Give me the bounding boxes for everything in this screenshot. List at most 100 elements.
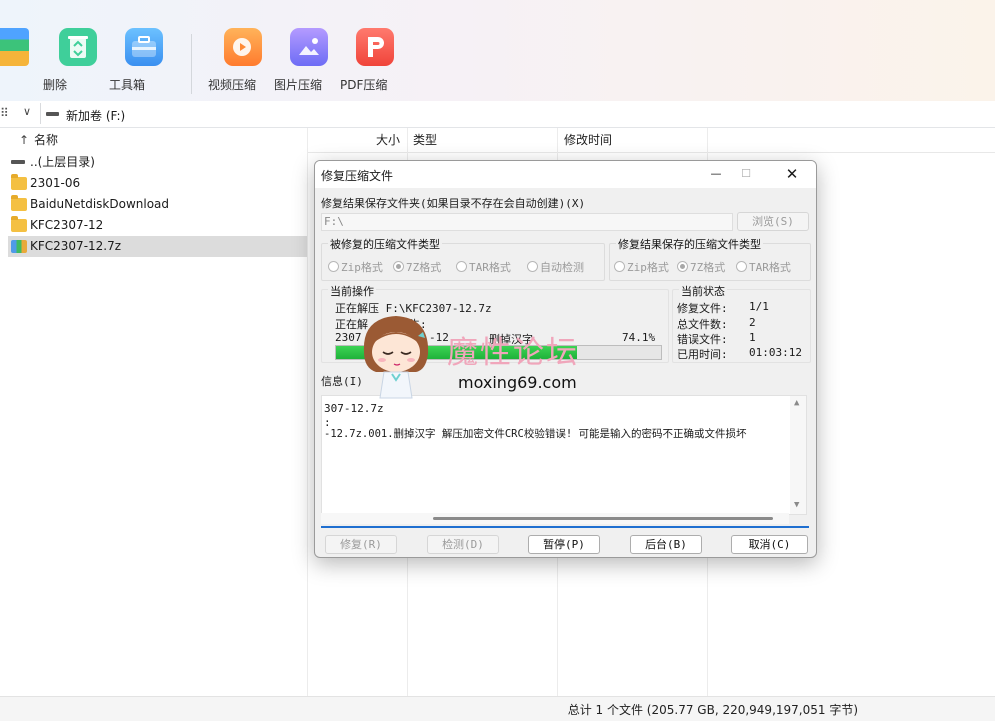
horizontal-scrollbar[interactable] — [321, 513, 789, 524]
column-type[interactable]: 类型 — [413, 128, 437, 152]
state-label: 总文件数: — [677, 318, 728, 331]
chevron-down-icon[interactable]: ∨ — [23, 105, 31, 118]
detect-button[interactable]: 检测(D) — [427, 535, 499, 554]
list-item-selected[interactable]: KFC2307-12.7z — [8, 236, 307, 257]
status-bar: 总计 1 个文件 (205.77 GB, 220,949,197,051 字节) — [0, 696, 995, 721]
drive-up-icon — [11, 160, 25, 164]
progress-percent: 74.1% — [622, 331, 656, 344]
folder-icon — [11, 216, 27, 232]
compress-to-button[interactable]: 压到 — [0, 28, 47, 92]
video-compress-icon — [224, 28, 262, 66]
list-item[interactable]: ..(上层目录) — [8, 152, 307, 173]
radio-label: Zip格式 — [627, 261, 669, 274]
delete-button[interactable]: 删除 — [43, 28, 113, 92]
scroll-thumb[interactable] — [433, 517, 773, 520]
radio-label: TAR格式 — [469, 261, 511, 274]
column-size[interactable]: 大小 — [376, 128, 400, 152]
radio-icon — [614, 261, 625, 272]
file-name: KFC2307-12.7z — [30, 239, 122, 253]
column-divider — [307, 128, 308, 696]
scroll-up-icon[interactable]: ▲ — [794, 398, 799, 408]
maximize-icon: ☐ — [741, 167, 751, 180]
folder-icon — [11, 195, 27, 211]
toolbox-button[interactable]: 工具箱 — [109, 28, 179, 92]
radio-label: 7Z格式 — [406, 261, 442, 274]
state-value: 01:03:12 — [749, 346, 802, 359]
address-bar: ⠿ ∨ 新加卷 (F:) — [0, 101, 995, 128]
address-path: 新加卷 (F:) — [66, 109, 126, 123]
image-compress-button[interactable]: 图片压缩 — [274, 28, 344, 92]
dst-tar-radio[interactable]: TAR格式 — [736, 259, 791, 275]
file-name: BaiduNetdiskDownload — [30, 197, 170, 211]
source-type-title: 被修复的压缩文件类型 — [328, 236, 442, 252]
dest-type-title: 修复结果保存的压缩文件类型 — [616, 236, 763, 252]
state-value: 2 — [749, 316, 756, 329]
browse-button[interactable]: 浏览(S) — [737, 212, 809, 231]
image-compress-icon — [290, 28, 328, 66]
src-7z-radio[interactable]: 7Z格式 — [393, 259, 441, 275]
watermark-url: moxing69.com — [458, 373, 577, 392]
folder-icon — [11, 174, 27, 190]
radio-icon — [393, 261, 404, 272]
dialog-title: 修复压缩文件 — [321, 169, 394, 183]
dst-7z-radio[interactable]: 7Z格式 — [677, 259, 725, 275]
file-list: ..(上层目录) 2301-06 BaiduNetdiskDownload KF… — [0, 152, 307, 696]
separator-line — [321, 526, 809, 528]
list-item[interactable]: 2301-06 — [8, 173, 307, 194]
file-name: 2301-06 — [30, 176, 81, 190]
column-modified[interactable]: 修改时间 — [564, 128, 612, 152]
list-item[interactable]: BaiduNetdiskDownload — [8, 194, 307, 215]
recycle-bin-icon — [59, 28, 97, 66]
drive-icon — [46, 112, 59, 116]
sort-up-icon: ↑ — [19, 133, 30, 147]
archive-icon — [11, 240, 27, 253]
info-line-3: -12.7z.001.删掉汉字 解压加密文件CRC校验错误! 可能是输入的密码不… — [324, 428, 747, 440]
current-status-title: 当前状态 — [679, 283, 727, 299]
file-name: KFC2307-12 — [30, 218, 104, 232]
state-label: 已用时间: — [677, 348, 728, 361]
radio-icon — [527, 261, 538, 272]
file-name: ..(上层目录) — [30, 155, 95, 169]
src-auto-radio[interactable]: 自动检测 — [527, 259, 584, 275]
video-compress-label: 视频压缩 — [208, 78, 257, 92]
close-icon[interactable]: ✕ — [777, 164, 807, 184]
current-operation-title: 当前操作 — [328, 283, 376, 299]
dest-type-group: 修复结果保存的压缩文件类型 Zip格式 7Z格式 TAR格式 — [609, 236, 811, 281]
repair-button[interactable]: 修复(R) — [325, 535, 397, 554]
pdf-compress-icon — [356, 28, 394, 66]
scroll-down-icon[interactable]: ▼ — [794, 500, 799, 510]
radio-label: TAR格式 — [749, 261, 791, 274]
radio-icon — [736, 261, 747, 272]
toolbox-icon — [125, 28, 163, 66]
state-label: 错误文件: — [677, 333, 728, 346]
pdf-compress-label: PDF压缩 — [340, 78, 388, 92]
state-label: 修复文件: — [677, 302, 728, 315]
cancel-button[interactable]: 取消(C) — [731, 535, 808, 554]
compress-books-icon — [0, 28, 29, 66]
list-item[interactable]: KFC2307-12 — [8, 215, 307, 236]
src-tar-radio[interactable]: TAR格式 — [456, 259, 511, 275]
video-compress-button[interactable]: 视频压缩 — [208, 28, 278, 92]
pdf-compress-button[interactable]: PDF压缩 — [340, 28, 410, 92]
toolbox-label: 工具箱 — [109, 78, 146, 92]
radio-label: 7Z格式 — [690, 261, 726, 274]
background-button[interactable]: 后台(B) — [630, 535, 702, 554]
watermark-text: 魔性论坛 — [447, 335, 579, 371]
dialog-titlebar[interactable]: 修复压缩文件 — ☐ ✕ — [315, 161, 816, 188]
src-zip-radio[interactable]: Zip格式 — [328, 259, 383, 275]
radio-label: Zip格式 — [341, 261, 383, 274]
save-path-input[interactable]: F:\ — [321, 213, 733, 231]
dst-zip-radio[interactable]: Zip格式 — [614, 259, 669, 275]
delete-label: 删除 — [43, 78, 68, 92]
state-value: 1/1 — [749, 300, 769, 313]
radio-label: 自动检测 — [540, 261, 584, 274]
radio-icon — [328, 261, 339, 272]
address-input[interactable]: 新加卷 (F:) — [40, 103, 995, 124]
info-textarea[interactable]: 307-12.7z : -12.7z.001.删掉汉字 解压加密文件CRC校验错… — [321, 395, 807, 515]
radio-icon — [456, 261, 467, 272]
vertical-scrollbar[interactable]: ▲ ▼ — [790, 396, 806, 514]
view-grid-icon[interactable]: ⠿ — [0, 106, 9, 120]
column-name[interactable]: 名称 — [34, 128, 58, 152]
minimize-icon[interactable]: — — [701, 164, 731, 184]
pause-button[interactable]: 暂停(P) — [528, 535, 600, 554]
